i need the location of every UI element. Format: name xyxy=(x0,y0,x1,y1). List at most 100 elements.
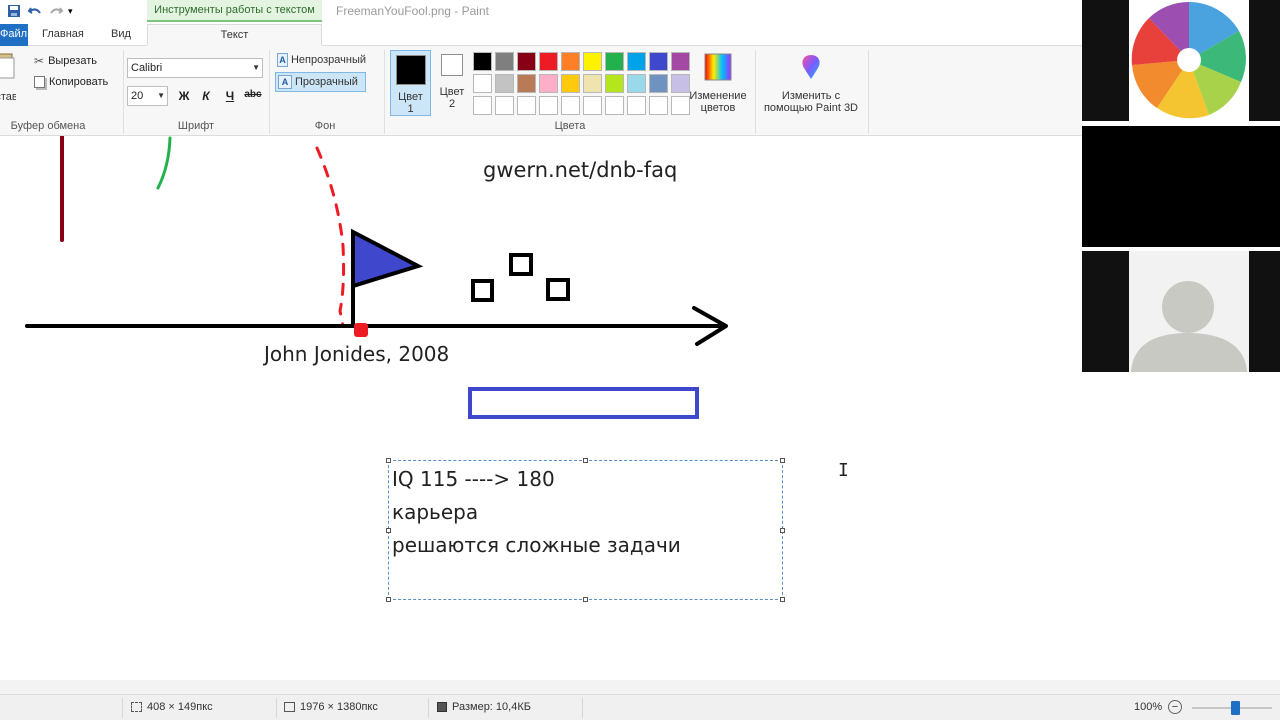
paste-button[interactable]: Вставить xyxy=(0,50,16,110)
edit-colors-button[interactable]: Изменение цветов xyxy=(688,52,748,114)
palette-color-swatch[interactable] xyxy=(561,74,580,93)
avatar xyxy=(1129,251,1249,372)
paint3d-button[interactable]: Изменить с помощью Paint 3D xyxy=(758,52,864,114)
italic-button[interactable]: К xyxy=(197,89,215,103)
palette-color-swatch[interactable] xyxy=(539,74,558,93)
color-palette xyxy=(473,52,690,115)
participant-tile[interactable] xyxy=(1082,126,1280,247)
transparent-option[interactable]: A Прозрачный xyxy=(275,72,366,92)
tab-text[interactable]: Текст xyxy=(147,24,322,46)
small-square xyxy=(546,278,570,301)
opaque-option[interactable]: A Непрозрачный xyxy=(275,50,366,70)
palette-color-swatch[interactable] xyxy=(627,74,646,93)
copy-icon xyxy=(34,76,45,88)
resize-handle[interactable] xyxy=(386,597,391,602)
palette-color-swatch[interactable] xyxy=(583,52,602,71)
palette-color-swatch[interactable] xyxy=(561,52,580,71)
drawing-canvas[interactable]: gwern.net/dnb-faq John Jonides, 2008 IQ … xyxy=(0,136,1082,680)
red-dashed-curve xyxy=(315,146,346,328)
palette-color-swatch[interactable] xyxy=(495,96,514,115)
palette-color-swatch[interactable] xyxy=(517,52,536,71)
zoom-slider-thumb[interactable] xyxy=(1231,701,1240,715)
resize-handle[interactable] xyxy=(780,597,785,602)
color2-swatch xyxy=(441,54,463,76)
font-family-select[interactable]: Calibri ▼ xyxy=(127,58,263,78)
color2-button[interactable]: Цвет 2 xyxy=(437,54,467,110)
separator xyxy=(384,50,385,134)
tab-view[interactable]: Вид xyxy=(111,24,131,46)
textbox-line[interactable]: решаются сложные задачи xyxy=(392,533,681,557)
palette-color-swatch[interactable] xyxy=(627,52,646,71)
font-size-select[interactable]: 20 ▼ xyxy=(127,86,168,106)
resize-handle[interactable] xyxy=(583,597,588,602)
color1-label: Цвет xyxy=(398,91,423,103)
status-bar: 408 × 149пкс 1976 × 1380пкс Размер: 10,4… xyxy=(0,694,1280,720)
participant-tile[interactable] xyxy=(1082,0,1280,121)
copy-label: Копировать xyxy=(49,76,109,88)
separator xyxy=(269,50,270,134)
zoom-out-icon[interactable]: − xyxy=(1168,700,1182,714)
image-size: 1976 × 1380пкс xyxy=(284,701,378,713)
paint3d-label-line2: помощью Paint 3D xyxy=(763,102,859,114)
palette-color-swatch[interactable] xyxy=(473,74,492,93)
selection-icon xyxy=(131,702,142,712)
customize-toolbar-icon[interactable]: ▾ xyxy=(68,6,84,22)
undo-icon[interactable] xyxy=(27,3,43,19)
participant-tile[interactable] xyxy=(1082,251,1280,372)
chevron-down-icon: ▼ xyxy=(157,91,165,100)
small-square xyxy=(471,279,494,302)
underline-button[interactable]: Ч xyxy=(221,89,239,103)
bold-button[interactable]: Ж xyxy=(175,89,193,103)
palette-color-swatch[interactable] xyxy=(517,74,536,93)
color1-number: 1 xyxy=(407,103,414,115)
color1-button[interactable]: Цвет 1 xyxy=(390,50,431,116)
palette-color-swatch[interactable] xyxy=(627,96,646,115)
redo-icon[interactable] xyxy=(48,3,64,19)
palette-color-swatch[interactable] xyxy=(517,96,536,115)
resize-handle[interactable] xyxy=(780,458,785,463)
separator xyxy=(428,698,429,718)
disk-icon xyxy=(437,702,447,712)
strikethrough-button[interactable]: abc xyxy=(243,89,263,100)
palette-color-swatch[interactable] xyxy=(495,74,514,93)
tab-home[interactable]: Главная xyxy=(42,24,84,46)
palette-color-swatch[interactable] xyxy=(539,96,558,115)
resize-handle[interactable] xyxy=(386,528,391,533)
tab-file[interactable]: Файл xyxy=(0,24,28,46)
palette-color-swatch[interactable] xyxy=(495,52,514,71)
red-marker xyxy=(354,323,368,337)
resize-handle[interactable] xyxy=(386,458,391,463)
palette-color-swatch[interactable] xyxy=(649,74,668,93)
selection-size-value: 408 × 149пкс xyxy=(147,701,213,713)
paint3d-icon xyxy=(802,55,820,79)
palette-color-swatch[interactable] xyxy=(473,96,492,115)
textbox-line[interactable]: карьера xyxy=(392,500,478,524)
palette-color-swatch[interactable] xyxy=(583,74,602,93)
copy-button[interactable]: Копировать xyxy=(34,73,108,91)
text-edit-box[interactable]: IQ 115 ----> 180 карьера решаются сложны… xyxy=(386,458,785,602)
palette-color-swatch[interactable] xyxy=(605,74,624,93)
palette-color-swatch[interactable] xyxy=(473,52,492,71)
separator xyxy=(868,50,869,134)
paste-icon xyxy=(0,53,15,79)
palette-color-swatch[interactable] xyxy=(561,96,580,115)
resize-handle[interactable] xyxy=(780,528,785,533)
transparent-label: Прозрачный xyxy=(295,76,358,88)
palette-color-swatch[interactable] xyxy=(539,52,558,71)
cut-button[interactable]: ✂ Вырезать xyxy=(34,52,97,70)
clipboard-group-label: Буфер обмена xyxy=(10,120,86,132)
url-label: gwern.net/dnb-faq xyxy=(483,158,678,182)
blue-flag xyxy=(351,228,424,289)
palette-color-swatch[interactable] xyxy=(605,96,624,115)
separator xyxy=(123,50,124,134)
textbox-line[interactable]: IQ 115 ----> 180 xyxy=(392,467,555,491)
palette-color-swatch[interactable] xyxy=(649,52,668,71)
palette-color-swatch[interactable] xyxy=(583,96,602,115)
canvas-bottom-margin xyxy=(0,680,1280,694)
resize-handle[interactable] xyxy=(583,458,588,463)
logo-background xyxy=(1129,0,1249,121)
save-icon[interactable] xyxy=(6,3,22,19)
selection-size: 408 × 149пкс xyxy=(131,701,213,713)
palette-color-swatch[interactable] xyxy=(605,52,624,71)
palette-color-swatch[interactable] xyxy=(649,96,668,115)
